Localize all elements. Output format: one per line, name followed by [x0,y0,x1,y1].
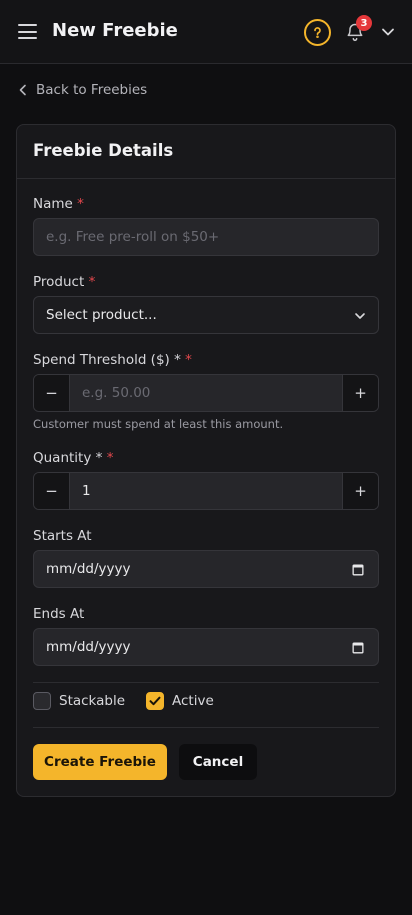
chevron-down-icon[interactable] [381,26,395,38]
chevron-left-icon [19,84,26,96]
page-title: New Freebie [52,20,178,41]
required-mark: * [77,196,84,212]
required-mark: * [185,352,192,368]
chevron-down-icon [355,313,365,319]
required-mark: * [106,450,114,466]
freebie-details-card: Freebie Details Name * e.g. Free pre-rol… [16,124,396,797]
spend-threshold-input[interactable]: e.g. 50.00 [70,375,342,411]
starts-at-input[interactable]: mm/dd/yyyy [33,550,379,588]
ends-at-input[interactable]: mm/dd/yyyy [33,628,379,666]
card-title: Freebie Details [33,141,174,160]
check-icon [149,696,161,706]
threshold-increment-button[interactable]: + [342,375,378,411]
name-input[interactable]: e.g. Free pre-roll on $50+ [33,218,379,256]
active-checkbox[interactable] [146,692,164,710]
stackable-option[interactable]: Stackable [33,691,125,711]
stackable-label: Stackable [59,693,126,709]
product-selected-value: Select product... [46,307,157,323]
top-bar: New Freebie 3 [0,0,412,64]
back-link-label: Back to Freebies [36,82,148,98]
threshold-help-text: Customer must spend at least this amount… [33,417,284,431]
ends-at-label: Ends At [33,606,85,622]
required-mark: * [88,274,96,290]
product-label: Product * [33,274,96,290]
divider [33,727,379,728]
back-to-freebies-link[interactable]: Back to Freebies [18,80,147,100]
ends-at-value: mm/dd/yyyy [46,639,131,655]
spend-threshold-label: Spend Threshold ($) * * [33,352,192,368]
quantity-input[interactable]: 1 [70,473,342,509]
quantity-decrement-button[interactable]: − [34,473,70,509]
quantity-increment-button[interactable]: + [342,473,378,509]
active-option[interactable]: Active [146,691,214,711]
cancel-button[interactable]: Cancel [179,744,257,780]
menu-icon[interactable] [18,24,37,39]
create-freebie-button[interactable]: Create Freebie [33,744,167,780]
name-placeholder: e.g. Free pre-roll on $50+ [46,229,220,245]
active-label: Active [172,693,214,709]
name-label: Name * [33,196,84,212]
product-select[interactable]: Select product... [33,296,379,334]
threshold-placeholder: e.g. 50.00 [82,385,151,401]
notification-badge: 3 [356,15,372,31]
calendar-icon[interactable] [352,641,364,654]
quantity-label: Quantity * * [33,450,114,466]
help-icon [314,27,321,39]
starts-at-value: mm/dd/yyyy [46,561,131,577]
stackable-checkbox[interactable] [33,692,51,710]
help-button[interactable] [304,19,331,46]
threshold-decrement-button[interactable]: − [34,375,70,411]
calendar-icon[interactable] [352,563,364,576]
card-header: Freebie Details [17,125,395,179]
starts-at-label: Starts At [33,528,92,544]
divider [33,682,379,683]
quantity-stepper: − 1 + [33,472,379,510]
spend-threshold-stepper: − e.g. 50.00 + [33,374,379,412]
